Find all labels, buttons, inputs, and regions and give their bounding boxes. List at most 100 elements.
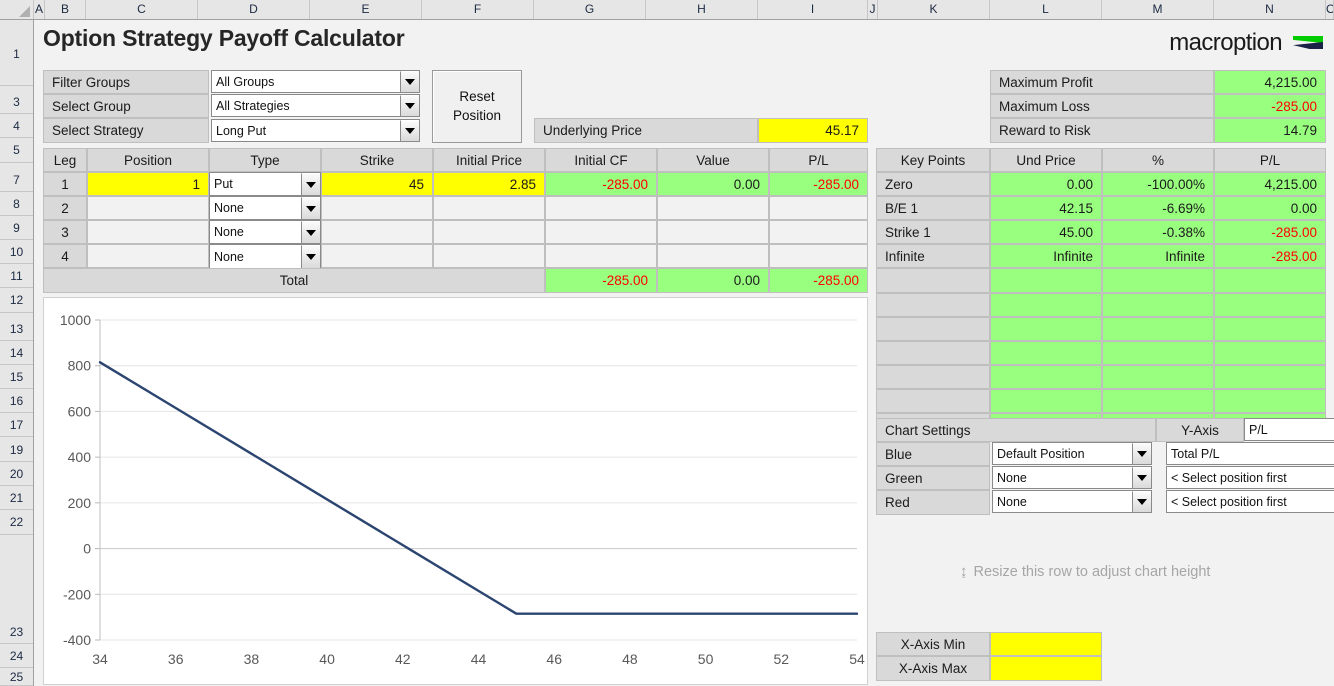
- select-group-dropdown[interactable]: All Strategies: [211, 94, 420, 117]
- column-header-h[interactable]: H: [646, 0, 758, 19]
- row-header-3[interactable]: 3: [0, 90, 33, 114]
- leg-initial-price-input-3[interactable]: [433, 220, 545, 244]
- series-metric-dropdown-red[interactable]: < Select position first: [1166, 490, 1334, 513]
- select-group-label: Select Group: [43, 94, 209, 118]
- x-axis-max-input[interactable]: [990, 656, 1102, 681]
- keypoint-pl-2: 0.00: [1214, 196, 1326, 220]
- leg-strike-input-3[interactable]: [321, 220, 433, 244]
- leg-initial-price-input-2[interactable]: [433, 196, 545, 220]
- column-header-n[interactable]: N: [1214, 0, 1326, 19]
- column-header-e[interactable]: E: [310, 0, 422, 19]
- x-axis-min-input[interactable]: [990, 632, 1102, 656]
- filter-groups-dropdown[interactable]: All Groups: [211, 70, 420, 93]
- chevron-down-icon[interactable]: [301, 173, 320, 195]
- reward-to-risk-value: 14.79: [1214, 118, 1326, 143]
- column-header-j[interactable]: J: [868, 0, 878, 19]
- chevron-down-icon[interactable]: [400, 71, 419, 92]
- legs-header-type: Type: [209, 148, 321, 172]
- row-header-10[interactable]: 10: [0, 240, 33, 264]
- filter-groups-value: All Groups: [216, 74, 275, 89]
- reward-to-risk-label: Reward to Risk: [990, 118, 1214, 143]
- leg-type-dropdown-2[interactable]: None: [209, 196, 321, 220]
- column-header-a[interactable]: A: [34, 0, 45, 19]
- keypoint-pl-4: -285.00: [1214, 244, 1326, 268]
- row-header-1[interactable]: 1: [0, 22, 33, 86]
- keypoint-pl-1: 4,215.00: [1214, 172, 1326, 196]
- keypoint-pl-10: [1214, 389, 1326, 413]
- chevron-down-icon[interactable]: [1132, 443, 1151, 464]
- row-header-19[interactable]: 19: [0, 438, 33, 462]
- leg-type-dropdown-1[interactable]: Put: [209, 172, 321, 196]
- row-header-5[interactable]: 5: [0, 138, 33, 163]
- row-header-21[interactable]: 21: [0, 486, 33, 510]
- chevron-down-icon[interactable]: [301, 245, 320, 268]
- leg-strike-input-2[interactable]: [321, 196, 433, 220]
- underlying-price-input[interactable]: 45.17: [758, 118, 868, 143]
- reset-position-button[interactable]: Reset Position: [432, 70, 522, 143]
- legs-total-initial-cf: -285.00: [545, 268, 657, 293]
- column-header-g[interactable]: G: [534, 0, 646, 19]
- reset-button-line2: Position: [452, 107, 502, 123]
- series-color-label-blue: Blue: [876, 442, 990, 466]
- select-strategy-dropdown[interactable]: Long Put: [211, 119, 420, 142]
- leg-position-input-2[interactable]: [87, 196, 209, 220]
- chart-xtick-label: 46: [546, 651, 562, 667]
- chart-xtick-label: 36: [168, 651, 184, 667]
- chevron-down-icon[interactable]: [301, 197, 320, 219]
- row-header-9[interactable]: 9: [0, 216, 33, 240]
- row-header-25[interactable]: 25: [0, 668, 33, 686]
- row-header-23[interactable]: 23: [0, 620, 33, 644]
- leg-initial-price-input-4[interactable]: [433, 244, 545, 268]
- row-header-4[interactable]: 4: [0, 114, 33, 138]
- column-header-k[interactable]: K: [878, 0, 990, 19]
- chevron-down-icon[interactable]: [400, 95, 419, 116]
- chevron-down-icon[interactable]: [1132, 491, 1151, 512]
- column-header-i[interactable]: I: [758, 0, 868, 19]
- column-header-c[interactable]: C: [86, 0, 198, 19]
- row-header-7[interactable]: 7: [0, 168, 33, 192]
- row-header-14[interactable]: 14: [0, 341, 33, 365]
- leg-number-1: 1: [43, 172, 87, 196]
- chevron-down-icon[interactable]: [301, 221, 320, 243]
- column-header-d[interactable]: D: [198, 0, 310, 19]
- row-header-17[interactable]: 17: [0, 413, 33, 437]
- corner-triangle-icon: [19, 6, 30, 17]
- leg-type-dropdown-4[interactable]: None: [209, 244, 321, 269]
- resize-row-hint: ↨ Resize this row to adjust chart height: [960, 563, 1210, 580]
- leg-pl-2: [769, 196, 868, 220]
- legs-header-initial-price: Initial Price: [433, 148, 545, 172]
- row-header-22[interactable]: 22: [0, 510, 33, 535]
- series-metric-dropdown-blue[interactable]: Total P/L: [1166, 442, 1334, 465]
- row-header-15[interactable]: 15: [0, 365, 33, 389]
- row-header-13[interactable]: 13: [0, 317, 33, 341]
- row-header-8[interactable]: 8: [0, 192, 33, 216]
- leg-position-input-4[interactable]: [87, 244, 209, 268]
- row-header-20[interactable]: 20: [0, 462, 33, 486]
- payoff-chart[interactable]: -400 -200 0 200 400 600 800 1000 34 36 38 40 42 44 46 4…: [43, 297, 868, 685]
- column-header-m[interactable]: M: [1102, 0, 1214, 19]
- series-position-dropdown-red[interactable]: None: [992, 490, 1152, 513]
- select-strategy-value: Long Put: [216, 123, 267, 138]
- chevron-down-icon[interactable]: [1132, 467, 1151, 488]
- leg-position-input-3[interactable]: [87, 220, 209, 244]
- column-header-f[interactable]: F: [422, 0, 534, 19]
- row-header-16[interactable]: 16: [0, 389, 33, 413]
- column-header-l[interactable]: L: [990, 0, 1102, 19]
- leg-position-input-1[interactable]: 1: [87, 172, 209, 196]
- series-position-dropdown-green[interactable]: None: [992, 466, 1152, 489]
- leg-strike-input-4[interactable]: [321, 244, 433, 268]
- row-header-24[interactable]: 24: [0, 644, 33, 668]
- leg-initial-price-input-1[interactable]: 2.85: [433, 172, 545, 196]
- chevron-down-icon[interactable]: [400, 120, 419, 141]
- column-header-b[interactable]: B: [45, 0, 86, 19]
- y-axis-dropdown[interactable]: P/L: [1244, 418, 1334, 441]
- select-all-corner[interactable]: [0, 0, 34, 19]
- series-position-dropdown-blue[interactable]: Default Position: [992, 442, 1152, 465]
- series-metric-dropdown-green[interactable]: < Select position first: [1166, 466, 1334, 489]
- row-header-12[interactable]: 12: [0, 288, 33, 313]
- chart-ytick-label: 1000: [60, 312, 91, 328]
- leg-strike-input-1[interactable]: 45: [321, 172, 433, 196]
- leg-type-dropdown-3[interactable]: None: [209, 220, 321, 244]
- row-header-11[interactable]: 11: [0, 264, 33, 288]
- column-header-o[interactable]: O: [1326, 0, 1334, 19]
